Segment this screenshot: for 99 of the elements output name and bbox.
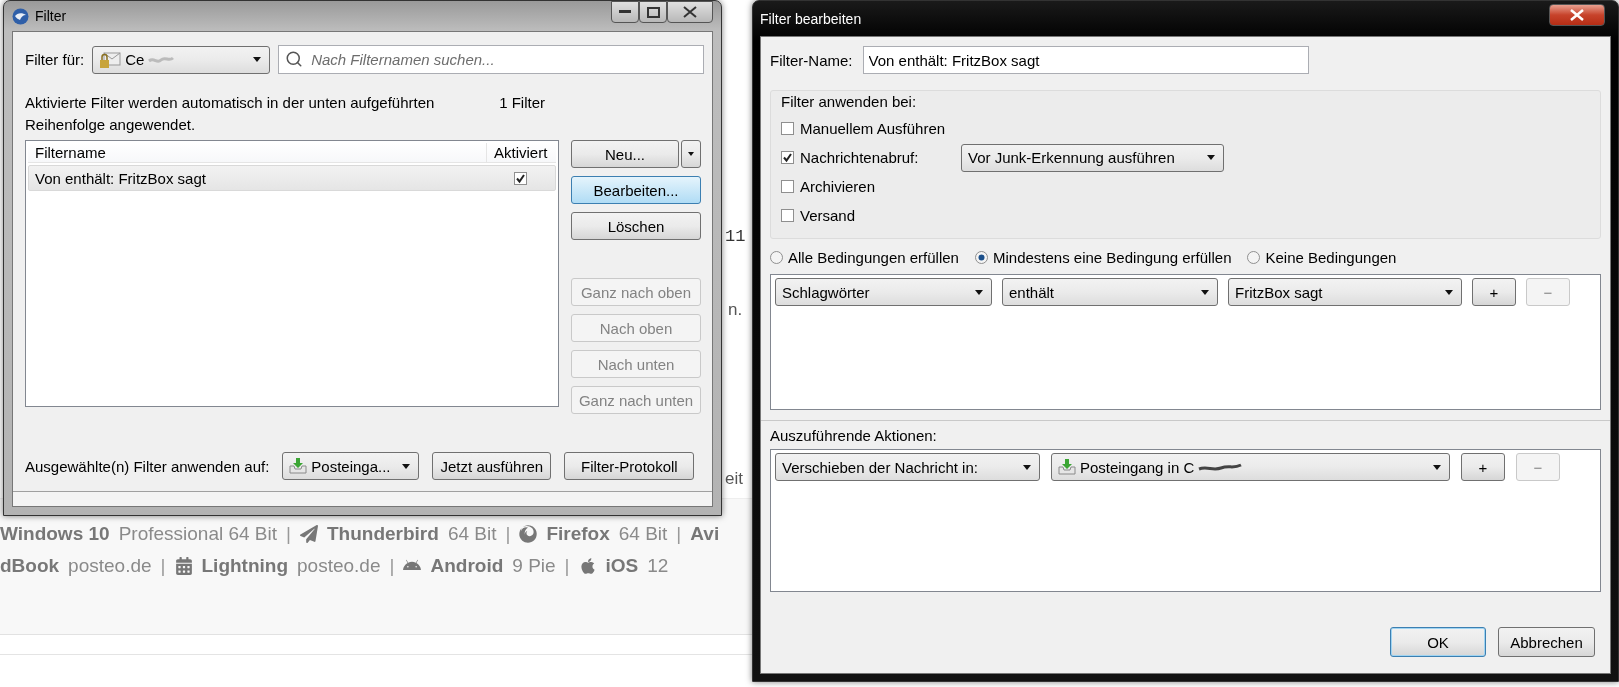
- calendar-icon: [174, 557, 193, 575]
- product-detail: 12: [647, 555, 669, 577]
- radio-button[interactable]: [770, 251, 783, 264]
- product-name: Lightning: [201, 555, 289, 577]
- product-detail: 64 Bit: [618, 523, 668, 545]
- radio-button[interactable]: [1247, 251, 1261, 264]
- operator-dropdown[interactable]: enthält: [1002, 278, 1218, 306]
- option-label: Archivieren: [800, 178, 877, 195]
- checkbox[interactable]: [781, 209, 794, 222]
- product-detail: 64 Bit: [447, 523, 497, 545]
- checkbox[interactable]: [781, 122, 794, 135]
- checkbox[interactable]: [781, 180, 794, 193]
- caret-icon: [1023, 464, 1031, 470]
- radio-button[interactable]: [974, 251, 988, 264]
- separator: |: [160, 555, 166, 577]
- separator: |: [564, 555, 570, 577]
- group-legend: Filter anwenden bei:: [781, 93, 1590, 110]
- split-arrow-button[interactable]: [681, 140, 701, 168]
- product-name: Avi: [690, 523, 720, 545]
- action-dropdown[interactable]: Verschieben der Nachricht in:: [775, 453, 1040, 481]
- redaction-scribble-icon: [1198, 462, 1243, 473]
- folder-dropdown[interactable]: Posteingang in C: [1051, 453, 1450, 481]
- run-button[interactable]: Jetzt ausführen: [432, 452, 552, 480]
- action-button[interactable]: Bearbeiten...: [571, 176, 701, 204]
- product-detail: 9 Pie: [512, 555, 556, 577]
- filter-name-field[interactable]: Von enthält: FritzBox sagt: [862, 46, 1309, 74]
- filter-name: Von enthält: FritzBox sagt: [34, 168, 207, 189]
- close-icon: [683, 6, 697, 18]
- paper-plane-icon: [300, 525, 318, 543]
- log-button[interactable]: Filter-Protokoll: [564, 452, 695, 480]
- checkbox[interactable]: [513, 171, 527, 185]
- section-label: Auszuführende Aktionen:: [770, 427, 938, 444]
- field-label: Filter-Name:: [770, 51, 853, 69]
- caret-icon: [402, 463, 411, 469]
- caret-icon: [688, 152, 694, 156]
- caret-icon: [1445, 289, 1453, 295]
- description-text: Aktivierte Filter werden automatisch in der unten aufgeführten Reihenfolge angewendet.: [25, 93, 436, 135]
- radio-label: Mindestens eine Bedingung erfüllen: [992, 249, 1232, 266]
- locked-envelope-icon: [99, 50, 122, 69]
- page-text: n.: [728, 300, 743, 320]
- caret-icon: [1207, 155, 1215, 160]
- close-button[interactable]: [1549, 4, 1605, 26]
- caret-icon: [1433, 464, 1441, 470]
- product-name: Thunderbird: [327, 523, 439, 545]
- column-header[interactable]: Aktiviert: [486, 143, 556, 162]
- product-name: Android: [430, 555, 504, 577]
- apple-icon: [578, 557, 597, 575]
- action-button[interactable]: Löschen: [571, 212, 701, 240]
- caret-icon: [975, 289, 983, 295]
- add-button[interactable]: +: [1472, 278, 1516, 306]
- folder-dropdown[interactable]: Posteinga...: [282, 452, 420, 480]
- inbox-icon: [1058, 458, 1076, 476]
- separator: |: [389, 555, 395, 577]
- maximize-icon: [646, 6, 660, 18]
- minimize-button[interactable]: [611, 1, 639, 23]
- account-dropdown[interactable]: Ce: [92, 45, 271, 74]
- separator: |: [286, 523, 291, 545]
- add-button[interactable]: +: [1461, 453, 1505, 481]
- checkbox[interactable]: [781, 151, 794, 164]
- minimize-icon: [619, 10, 631, 14]
- caret-icon: [1201, 289, 1209, 295]
- field-label: Filter für:: [25, 51, 85, 68]
- search-field[interactable]: Nach Filternamen suchen...: [278, 45, 704, 74]
- caret-icon: [253, 57, 262, 62]
- value-dropdown[interactable]: FritzBox sagt: [1228, 278, 1462, 306]
- new-button[interactable]: Neu...: [571, 140, 679, 168]
- timing-dropdown[interactable]: Vor Junk-Erkennung ausführen: [961, 143, 1224, 172]
- product-name: Firefox: [546, 523, 610, 545]
- product-detail: posteo.de: [68, 555, 152, 577]
- field-dropdown[interactable]: Schlagwörter: [775, 278, 992, 306]
- product-name: Windows 10: [0, 523, 110, 545]
- dialog-button[interactable]: OK: [1390, 627, 1486, 657]
- product-name: dBook: [0, 555, 60, 577]
- option-label: Versand: [800, 207, 857, 224]
- option-label: Manuellem Ausführen: [800, 120, 947, 137]
- product-name: iOS: [605, 555, 639, 577]
- radio-label: Keine Bedingungen: [1265, 249, 1397, 266]
- redaction-scribble-icon: [148, 55, 175, 65]
- close-button[interactable]: [667, 1, 713, 23]
- search-icon: [285, 50, 304, 68]
- page-text: 11: [725, 227, 746, 246]
- product-detail: Professional 64 Bit: [118, 523, 278, 545]
- filter-row[interactable]: Von enthält: FritzBox sagt: [28, 165, 556, 191]
- filter-count: 1 Filter: [499, 93, 545, 113]
- product-detail: posteo.de: [297, 555, 381, 577]
- dialog-button[interactable]: Abbrechen: [1498, 627, 1595, 657]
- window-title: Filter: [35, 8, 67, 24]
- column-header[interactable]: Filtername: [28, 143, 486, 162]
- page-text: eit: [725, 469, 743, 489]
- inbox-icon: [289, 457, 308, 475]
- field-label: Ausgewählte(n) Filter anwenden auf:: [25, 457, 270, 475]
- maximize-button[interactable]: [639, 1, 667, 23]
- separator: |: [676, 523, 682, 545]
- option-label: Nachrichtenabruf:: [800, 149, 920, 166]
- app-logo-icon: [12, 7, 29, 25]
- window-title: Filter bearbeiten: [760, 10, 862, 27]
- separator: |: [505, 523, 511, 545]
- close-icon: [1570, 9, 1584, 21]
- radio-label: Alle Bedingungen erfüllen: [788, 249, 959, 266]
